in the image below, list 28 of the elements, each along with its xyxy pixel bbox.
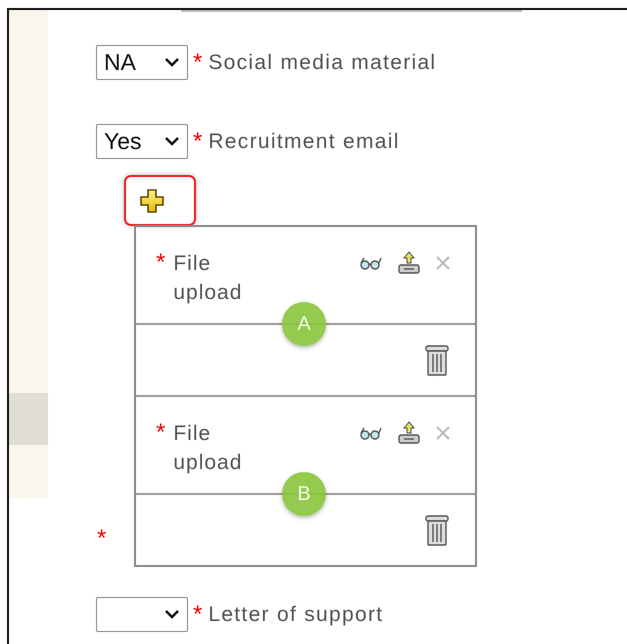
field-label: Letter of support [208, 602, 384, 626]
field-label: Social media material [208, 50, 436, 74]
upload-icon[interactable] [397, 251, 421, 275]
required-mark: * [193, 602, 202, 626]
chevron-down-icon [165, 610, 179, 619]
glasses-icon[interactable] [359, 256, 383, 270]
dropdown[interactable] [96, 597, 188, 632]
callout-badge: B [282, 472, 326, 516]
glasses-icon[interactable] [359, 426, 383, 440]
field-label: Recruitment email [208, 130, 400, 154]
required-mark: * [193, 50, 202, 74]
required-mark: * [156, 251, 166, 275]
add-button[interactable] [124, 175, 196, 226]
chevron-down-icon [165, 58, 179, 67]
field-label: File upload [173, 251, 244, 306]
required-mark: * [193, 130, 202, 154]
required-mark: * [96, 527, 108, 551]
chevron-down-icon [165, 137, 179, 146]
sidebar-band [9, 393, 48, 445]
trash-icon[interactable] [423, 344, 451, 376]
required-mark: * [156, 421, 166, 445]
trash-icon[interactable] [423, 514, 451, 546]
callout-badge: A [282, 302, 326, 346]
field-label: File upload [173, 421, 244, 476]
plus-icon [140, 188, 164, 212]
dropdown[interactable]: Yes [96, 124, 188, 159]
upload-icon[interactable] [397, 421, 421, 445]
dropdown[interactable]: NA [96, 45, 188, 80]
